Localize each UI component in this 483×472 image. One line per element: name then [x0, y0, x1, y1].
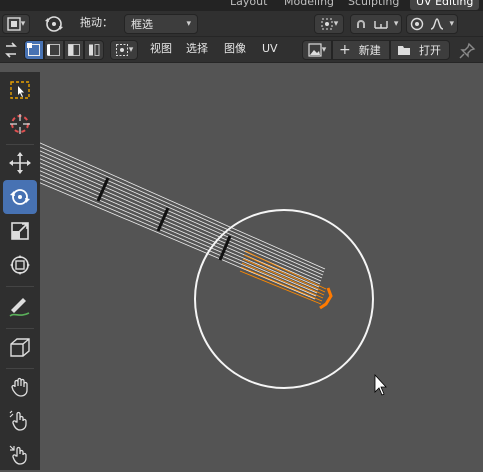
- scale-tool[interactable]: [3, 214, 37, 248]
- chevron-down-icon: ▾: [393, 19, 399, 29]
- falloff-curve-icon: [430, 18, 443, 30]
- uv-viewport[interactable]: [40, 64, 483, 470]
- move-tool[interactable]: [3, 146, 37, 180]
- uv-selected-edge: [319, 287, 333, 310]
- pivot-rotate-icon[interactable]: [42, 13, 66, 35]
- relax-hand-icon: [9, 410, 27, 431]
- island-select-icon: [89, 44, 100, 56]
- snapping-group[interactable]: ▾: [350, 14, 402, 34]
- select-box-icon: [10, 81, 30, 99]
- uv-sync-selection-icon[interactable]: [2, 40, 20, 60]
- sticky-selection-dropdown[interactable]: ▾: [110, 40, 138, 60]
- menu-image[interactable]: 图像: [224, 39, 246, 59]
- vertex-select-mode-button[interactable]: [24, 40, 44, 60]
- pinch-hand-icon: [9, 445, 27, 465]
- rotate-gizmo-circle[interactable]: [194, 209, 374, 389]
- pivot-point-icon: [321, 18, 333, 30]
- select-box-tool[interactable]: [3, 73, 37, 107]
- chevron-down-icon: ▾: [128, 45, 134, 55]
- chevron-down-icon: ▾: [333, 19, 339, 29]
- uv-editor-header-2: ▾ 视图 选择 图像 UV ▾ + 新建 打开: [0, 37, 483, 63]
- relax-tool[interactable]: [3, 404, 37, 438]
- annotate-pencil-icon: [9, 298, 30, 317]
- island-select-mode-button[interactable]: [84, 40, 104, 60]
- toolbar-separator: [6, 328, 34, 329]
- scale-icon: [11, 222, 29, 240]
- open-image-button[interactable]: 打开: [390, 40, 450, 60]
- rotate-tool[interactable]: [3, 180, 37, 214]
- new-image-label: 新建: [358, 44, 381, 57]
- folder-icon: [398, 46, 410, 55]
- proportional-editing-icon: [410, 17, 424, 31]
- transform-icon: [10, 255, 30, 275]
- tab-sculpting[interactable]: Sculpting: [348, 0, 399, 10]
- pinch-tool[interactable]: [3, 438, 37, 472]
- cursor-tool[interactable]: [3, 107, 37, 141]
- edge-select-mode-button[interactable]: [44, 40, 64, 60]
- tab-modeling[interactable]: Modeling: [284, 0, 334, 10]
- tab-layout[interactable]: Layout: [230, 0, 267, 10]
- chevron-down-icon: ▾: [20, 19, 26, 29]
- drag-label: 拖动：: [80, 16, 113, 29]
- transform-tool[interactable]: [3, 248, 37, 282]
- chevron-down-icon: ▾: [321, 45, 327, 55]
- mouse-cursor-icon: [374, 373, 387, 396]
- uv-strip-unselected[interactable]: [40, 142, 326, 300]
- cursor-icon: [10, 114, 30, 134]
- rotate-icon: [10, 189, 30, 205]
- menu-view[interactable]: 视图: [150, 39, 172, 59]
- toolbar-separator: [6, 368, 34, 369]
- vertex-select-icon: [27, 43, 40, 56]
- chevron-down-icon: ▾: [186, 19, 191, 29]
- annotate-tool[interactable]: [3, 290, 37, 324]
- rip-region-icon: [10, 338, 30, 357]
- rip-region-tool[interactable]: [3, 330, 37, 364]
- magnet-icon: [356, 20, 365, 28]
- image-editor-icon: [7, 17, 21, 31]
- face-select-mode-button[interactable]: [64, 40, 84, 60]
- pin-icon[interactable]: [458, 42, 476, 60]
- toolbar-separator: [6, 286, 34, 287]
- menu-uv[interactable]: UV: [262, 39, 278, 59]
- drag-mode-dropdown[interactable]: 框选 ▾: [124, 14, 198, 34]
- new-image-button[interactable]: + 新建: [332, 40, 390, 60]
- pivot-point-dropdown[interactable]: ▾: [314, 14, 344, 34]
- open-image-label: 打开: [419, 44, 441, 57]
- grab-hand-icon: [11, 377, 28, 397]
- plus-icon: +: [339, 42, 351, 58]
- image-browse-dropdown[interactable]: ▾: [302, 40, 332, 60]
- edge-select-icon: [47, 44, 60, 56]
- uv-editor-header: ▾ 拖动： 框选 ▾ ▾ ▾ ▾: [0, 11, 483, 37]
- face-select-icon: [68, 44, 80, 56]
- drag-mode-value: 框选: [131, 18, 153, 31]
- proportional-editing-group[interactable]: ▾: [406, 14, 458, 34]
- move-icon: [9, 152, 31, 174]
- uv-toolbar: [0, 72, 40, 470]
- image-icon: [308, 43, 322, 57]
- grab-tool[interactable]: [3, 370, 37, 404]
- tab-uv-editing[interactable]: UV Editing: [410, 0, 480, 10]
- menu-select[interactable]: 选择: [186, 39, 208, 59]
- editor-type-dropdown[interactable]: ▾: [2, 14, 30, 34]
- chevron-down-icon: ▾: [449, 19, 455, 29]
- snap-increment-icon: [374, 21, 388, 29]
- toolbar-separator: [6, 144, 34, 145]
- sticky-selection-icon: [115, 44, 128, 56]
